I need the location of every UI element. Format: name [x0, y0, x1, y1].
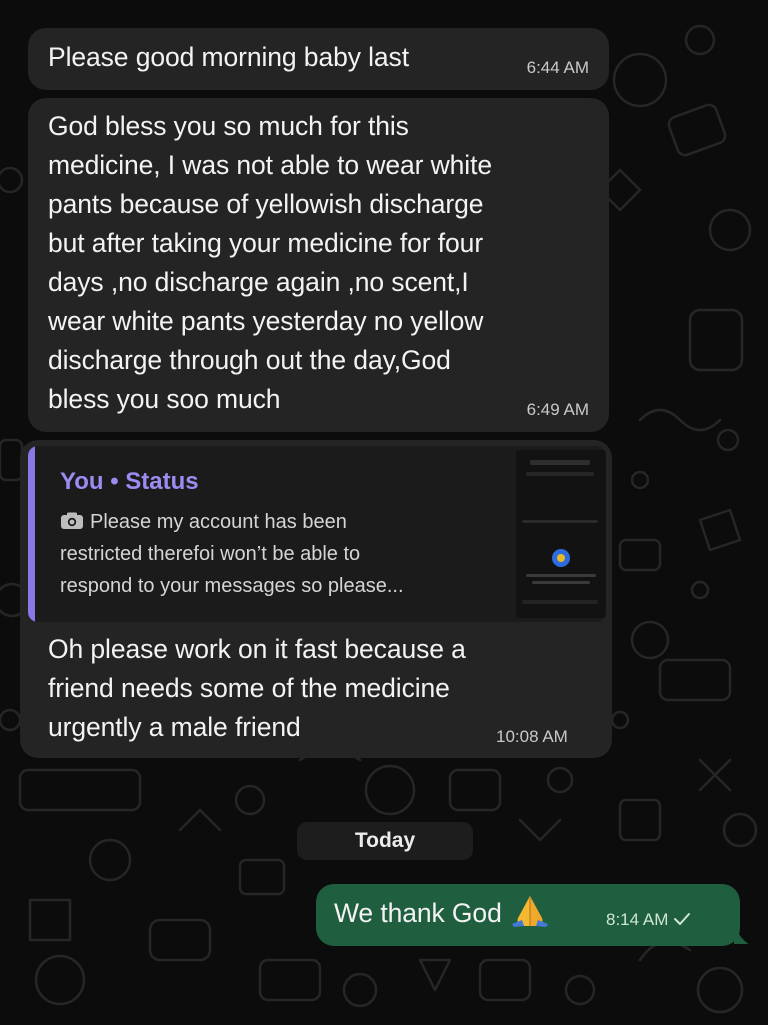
- quoted-status-preview[interactable]: You • Status Please my account has been …: [28, 446, 606, 622]
- quote-text: Please my account has been restricted th…: [60, 511, 404, 597]
- status-thumbnail: [516, 450, 606, 618]
- quote-accent-bar: [28, 446, 35, 622]
- message-timestamp: 10:08 AM: [496, 727, 568, 746]
- single-check-icon: [674, 913, 691, 925]
- message-timestamp: 8:14 AM: [606, 910, 691, 930]
- message-time: 8:14 AM: [606, 910, 669, 929]
- incoming-message-bubble[interactable]: Please good morning baby last 6:44 AM: [28, 28, 609, 90]
- message-text-row: We thank God: [334, 894, 552, 933]
- message-text: God bless you so much for this medicine,…: [48, 111, 492, 414]
- date-separator: Today: [297, 822, 473, 860]
- folded-hands-icon: [511, 896, 548, 927]
- message-timestamp: 6:44 AM: [526, 58, 589, 77]
- quote-author: You • Status: [60, 468, 199, 495]
- message-text: We thank God: [334, 898, 502, 928]
- outgoing-bubble-tail: [734, 924, 749, 944]
- camera-icon: [61, 512, 83, 529]
- chat-background: Please good morning baby last 6:44 AM Go…: [0, 0, 768, 1025]
- message-text: Please good morning baby last: [48, 42, 409, 72]
- message-timestamp: 6:49 AM: [526, 400, 589, 419]
- incoming-message-bubble[interactable]: God bless you so much for this medicine,…: [28, 98, 609, 432]
- quote-text-block: Please my account has been restricted th…: [60, 506, 500, 602]
- outgoing-message-bubble[interactable]: We thank God 8:14 AM: [316, 884, 740, 946]
